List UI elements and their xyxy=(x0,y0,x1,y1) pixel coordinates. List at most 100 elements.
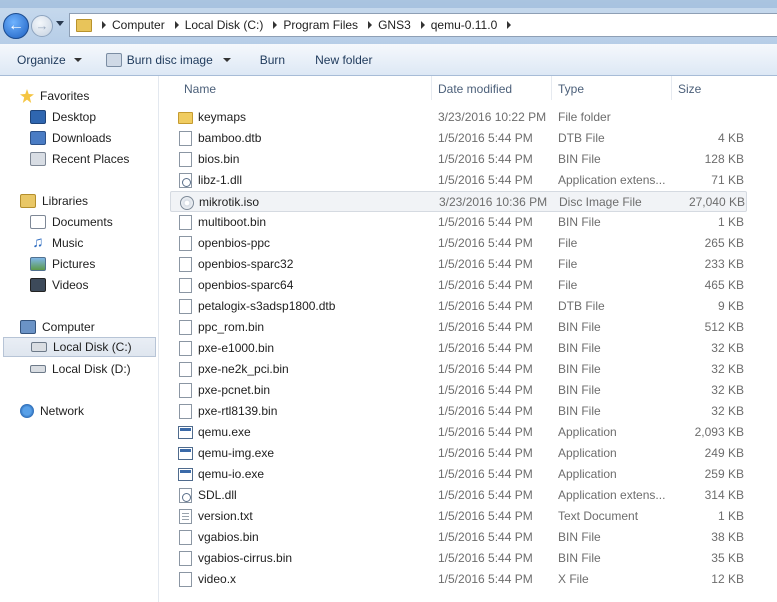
column-header-name[interactable]: Name xyxy=(178,76,431,101)
file-type: Application xyxy=(558,467,617,481)
nav-downloads[interactable]: Downloads xyxy=(30,128,111,148)
navigation-pane: Favorites Desktop Downloads Recent Place… xyxy=(0,76,159,602)
breadcrumb-computer[interactable]: Computer xyxy=(112,18,165,32)
file-name: qemu.exe xyxy=(198,425,251,439)
file-icon xyxy=(179,383,192,398)
nav-favorites-label: Favorites xyxy=(40,89,90,103)
chevron-right-icon[interactable] xyxy=(507,21,512,29)
file-row[interactable]: keymaps 3/23/2016 10:22 PM File folder xyxy=(170,107,747,128)
file-type: BIN File xyxy=(558,362,601,376)
file-date-modified: 1/5/2016 5:44 PM xyxy=(438,362,533,376)
file-icon xyxy=(179,362,192,377)
file-row[interactable]: openbios-ppc 1/5/2016 5:44 PM File 265 KB xyxy=(170,233,747,254)
breadcrumb-program-files[interactable]: Program Files xyxy=(283,18,358,32)
drive-icon xyxy=(30,365,46,373)
nav-music[interactable]: ♫ Music xyxy=(30,233,83,253)
file-type: BIN File xyxy=(558,341,601,355)
back-button[interactable]: ← xyxy=(3,13,29,39)
nav-recent-places[interactable]: Recent Places xyxy=(30,149,129,169)
file-name: qemu-img.exe xyxy=(198,446,275,460)
forward-button[interactable]: → xyxy=(31,15,53,37)
chevron-right-icon[interactable] xyxy=(368,21,373,29)
breadcrumb-qemu[interactable]: qemu-0.11.0 xyxy=(431,18,498,32)
nav-computer[interactable]: Computer xyxy=(20,317,95,337)
file-type: Text Document xyxy=(558,509,639,523)
column-header-date[interactable]: Date modified xyxy=(432,76,551,101)
file-row[interactable]: multiboot.bin 1/5/2016 5:44 PM BIN File 1 K… xyxy=(170,212,747,233)
file-row[interactable]: libz-1.dll 1/5/2016 5:44 PM Application ex… xyxy=(170,170,747,191)
file-row[interactable]: mikrotik.iso 3/23/2016 10:36 PM Disc Image… xyxy=(170,191,747,212)
file-row[interactable]: video.x 1/5/2016 5:44 PM X File 12 KB xyxy=(170,569,747,590)
nav-libraries-label: Libraries xyxy=(42,194,89,208)
documents-icon xyxy=(30,215,46,229)
nav-videos[interactable]: Videos xyxy=(30,275,88,295)
file-row[interactable]: vgabios.bin 1/5/2016 5:44 PM BIN File 38 KB xyxy=(170,527,747,548)
column-type-label: Type xyxy=(558,81,585,96)
file-type: DTB File xyxy=(558,299,605,313)
file-row[interactable]: openbios-sparc64 1/5/2016 5:44 PM File 465 … xyxy=(170,275,747,296)
nav-desktop[interactable]: Desktop xyxy=(30,107,96,127)
file-row[interactable]: openbios-sparc32 1/5/2016 5:44 PM File 233 … xyxy=(170,254,747,275)
file-row[interactable]: pxe-ne2k_pci.bin 1/5/2016 5:44 PM BIN File… xyxy=(170,359,747,380)
file-row[interactable]: version.txt 1/5/2016 5:44 PM Text Document… xyxy=(170,506,747,527)
chevron-down-icon xyxy=(73,57,82,62)
nav-network[interactable]: Network xyxy=(20,401,84,421)
file-name: SDL.dll xyxy=(198,488,237,502)
file-row[interactable]: SDL.dll 1/5/2016 5:44 PM Application exten… xyxy=(170,485,747,506)
file-size: 12 KB xyxy=(711,572,744,586)
file-date-modified: 1/5/2016 5:44 PM xyxy=(438,257,533,271)
new-folder-button[interactable]: New folder xyxy=(315,53,372,67)
file-name: version.txt xyxy=(198,509,253,523)
organize-button[interactable]: Organize xyxy=(17,53,82,67)
address-bar[interactable]: Computer Local Disk (C:) Program Files G… xyxy=(69,13,777,37)
file-size: 27,040 KB xyxy=(688,195,745,209)
downloads-icon xyxy=(30,131,46,145)
folder-icon xyxy=(76,18,92,32)
file-row[interactable]: qemu-img.exe 1/5/2016 5:44 PM Application 2… xyxy=(170,443,747,464)
file-icon xyxy=(179,530,192,545)
nav-local-disk-d[interactable]: Local Disk (D:) xyxy=(30,359,131,379)
nav-documents[interactable]: Documents xyxy=(30,212,113,232)
nav-local-disk-c[interactable]: Local Disk (C:) xyxy=(3,337,156,357)
file-row[interactable]: qemu-io.exe 1/5/2016 5:44 PM Application 25… xyxy=(170,464,747,485)
file-icon xyxy=(179,152,192,167)
star-icon xyxy=(20,89,34,103)
breadcrumb-local-disk-c[interactable]: Local Disk (C:) xyxy=(185,18,264,32)
file-row[interactable]: bamboo.dtb 1/5/2016 5:44 PM DTB File 4 KB xyxy=(170,128,747,149)
file-name: keymaps xyxy=(198,110,247,124)
file-date-modified: 1/5/2016 5:44 PM xyxy=(438,341,533,355)
nav-favorites[interactable]: Favorites xyxy=(20,86,89,106)
file-row[interactable]: qemu.exe 1/5/2016 5:44 PM Application 2,093… xyxy=(170,422,747,443)
file-icon xyxy=(179,278,192,293)
file-row[interactable]: vgabios-cirrus.bin 1/5/2016 5:44 PM BIN Fi… xyxy=(170,548,747,569)
burn-disc-icon xyxy=(105,52,122,67)
file-size: 1 KB xyxy=(717,215,744,229)
chevron-right-icon[interactable] xyxy=(420,21,425,29)
chevron-right-icon[interactable] xyxy=(174,21,179,29)
chevron-right-icon[interactable] xyxy=(102,21,106,29)
nav-libraries[interactable]: Libraries xyxy=(20,191,88,211)
file-name: pxe-pcnet.bin xyxy=(198,383,271,397)
file-icon xyxy=(179,572,192,587)
file-row[interactable]: petalogix-s3adsp1800.dtb 1/5/2016 5:44 PM… xyxy=(170,296,747,317)
new-folder-label: New folder xyxy=(315,52,373,67)
file-row[interactable]: ppc_rom.bin 1/5/2016 5:44 PM BIN File 512 K… xyxy=(170,317,747,338)
nav-downloads-label: Downloads xyxy=(52,131,112,145)
file-row[interactable]: bios.bin 1/5/2016 5:44 PM BIN File 128 KB xyxy=(170,149,747,170)
file-size: 38 KB xyxy=(711,530,744,544)
file-row[interactable]: pxe-pcnet.bin 1/5/2016 5:44 PM BIN File 32 … xyxy=(170,380,747,401)
burn-disc-image-button[interactable]: Burn disc image xyxy=(105,52,231,67)
breadcrumb-gns3[interactable]: GNS3 xyxy=(378,18,411,32)
file-size: 71 KB xyxy=(711,173,744,187)
column-header-size[interactable]: Size xyxy=(672,76,752,101)
file-row[interactable]: pxe-e1000.bin 1/5/2016 5:44 PM BIN File 32 … xyxy=(170,338,747,359)
nav-pictures[interactable]: Pictures xyxy=(30,254,95,274)
file-row[interactable]: pxe-rtl8139.bin 1/5/2016 5:44 PM BIN File 3… xyxy=(170,401,747,422)
recent-pages-dropdown-icon[interactable] xyxy=(56,21,64,26)
column-header-type[interactable]: Type xyxy=(552,76,671,101)
file-date-modified: 1/5/2016 5:44 PM xyxy=(438,509,533,523)
burn-button[interactable]: Burn xyxy=(260,53,285,67)
chevron-right-icon[interactable] xyxy=(273,21,278,29)
file-date-modified: 1/5/2016 5:44 PM xyxy=(438,152,533,166)
file-date-modified: 1/5/2016 5:44 PM xyxy=(438,572,533,586)
